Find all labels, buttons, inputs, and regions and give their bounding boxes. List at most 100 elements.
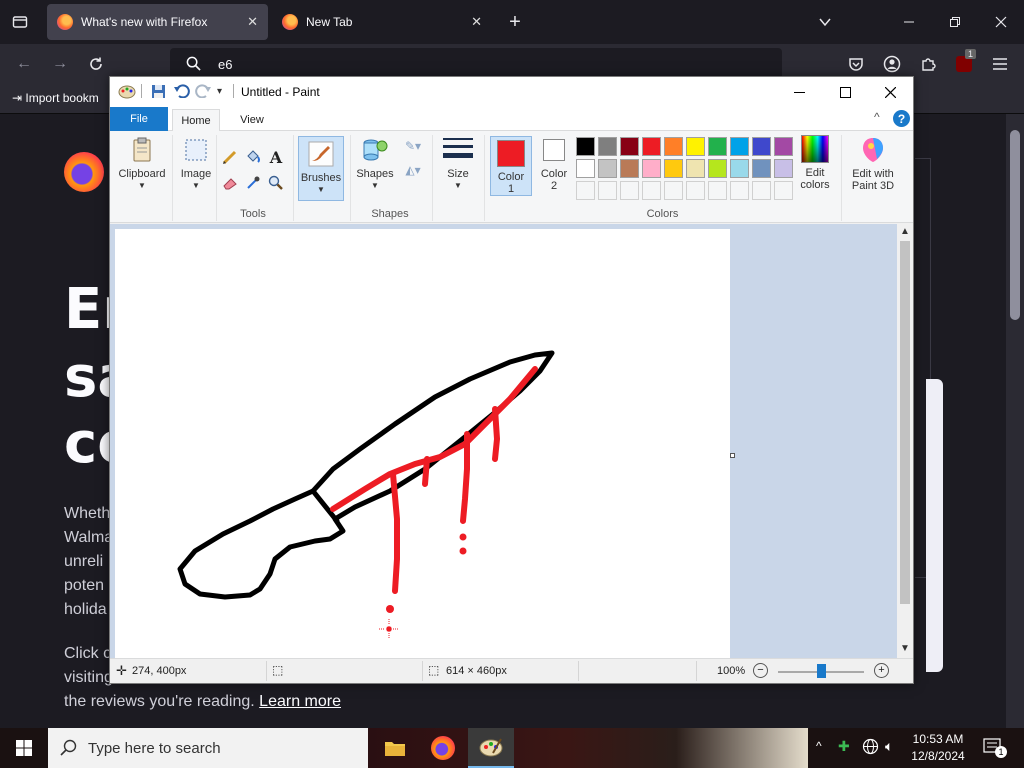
edit-colors-button[interactable]: Edit colors: [796, 135, 834, 191]
palette-swatch[interactable]: [708, 137, 727, 156]
fill-icon[interactable]: ◭▾: [399, 161, 427, 179]
list-tabs-chevron-icon[interactable]: [810, 7, 840, 37]
custom-color-slot[interactable]: [708, 181, 727, 200]
palette-swatch[interactable]: [664, 137, 683, 156]
tab-whats-new[interactable]: What's new with Firefox ✕: [47, 4, 268, 40]
paint-close-icon[interactable]: [867, 77, 913, 107]
custom-color-slot[interactable]: [686, 181, 705, 200]
custom-color-slot[interactable]: [620, 181, 639, 200]
zoom-out-icon[interactable]: −: [753, 663, 768, 678]
network-status-icon[interactable]: ✚: [838, 738, 850, 755]
new-tab-icon[interactable]: +: [500, 7, 530, 37]
palette-swatch[interactable]: [774, 137, 793, 156]
tab-view[interactable]: View: [230, 109, 274, 131]
palette-swatch[interactable]: [752, 159, 771, 178]
globe-icon[interactable]: [862, 738, 879, 760]
help-icon[interactable]: ?: [893, 110, 910, 127]
palette-swatch[interactable]: [686, 137, 705, 156]
import-bookmarks-link[interactable]: ⇥ Import bookm: [12, 91, 99, 105]
tab-close-icon[interactable]: ✕: [471, 14, 482, 30]
palette-swatch[interactable]: [598, 137, 617, 156]
color1-button[interactable]: Color 1: [490, 136, 532, 196]
magnifier-icon[interactable]: [267, 174, 285, 192]
canvas-vertical-scrollbar[interactable]: ▲ ▼: [897, 224, 913, 658]
outline-icon[interactable]: ✎▾: [399, 137, 427, 155]
taskbar-search-box[interactable]: Type here to search: [48, 728, 368, 768]
color2-button[interactable]: Color 2: [535, 139, 573, 192]
paint-title-bar[interactable]: ▾ Untitled - Paint: [110, 77, 913, 107]
start-button[interactable]: [0, 728, 48, 768]
firefox-view-icon[interactable]: [5, 7, 35, 37]
save-icon[interactable]: [151, 84, 166, 102]
custom-color-slot[interactable]: [576, 181, 595, 200]
paint-taskbar-button[interactable]: [468, 728, 514, 768]
zoom-in-icon[interactable]: +: [874, 663, 889, 678]
custom-color-slot[interactable]: [774, 181, 793, 200]
restore-icon[interactable]: [940, 7, 970, 37]
palette-swatch[interactable]: [642, 159, 661, 178]
tab-new-tab[interactable]: New Tab ✕: [272, 4, 492, 40]
file-explorer-taskbar-button[interactable]: [372, 728, 418, 768]
tab-file[interactable]: File: [110, 107, 168, 131]
palette-swatch[interactable]: [730, 137, 749, 156]
undo-icon[interactable]: [174, 84, 190, 101]
back-arrow-icon[interactable]: ←: [9, 49, 39, 79]
clipboard-button[interactable]: Clipboard ▼: [116, 135, 168, 192]
tab-home[interactable]: Home: [172, 109, 220, 132]
learn-more-link[interactable]: Learn more: [259, 693, 341, 710]
redo-icon[interactable]: [195, 84, 211, 101]
pocket-icon[interactable]: [841, 49, 871, 79]
custom-color-slot[interactable]: [642, 181, 661, 200]
drawing-canvas[interactable]: [115, 229, 730, 658]
image-button[interactable]: Image ▼: [176, 135, 216, 192]
scrollbar-thumb[interactable]: [900, 241, 910, 604]
edit-with-paint3d-button[interactable]: Edit with Paint 3D: [845, 135, 901, 192]
palette-swatch[interactable]: [664, 159, 683, 178]
forward-arrow-icon[interactable]: →: [45, 49, 75, 79]
hamburger-menu-icon[interactable]: [985, 49, 1015, 79]
shapes-button[interactable]: Shapes ▼: [354, 135, 396, 192]
firefox-taskbar-button[interactable]: [420, 728, 466, 768]
custom-color-slot[interactable]: [598, 181, 617, 200]
palette-swatch[interactable]: [576, 137, 595, 156]
close-window-icon[interactable]: [986, 7, 1016, 37]
custom-color-slot[interactable]: [730, 181, 749, 200]
palette-swatch[interactable]: [752, 137, 771, 156]
custom-color-slot[interactable]: [664, 181, 683, 200]
fill-bucket-icon[interactable]: [244, 148, 262, 166]
customize-quick-access-icon[interactable]: ▾: [217, 86, 222, 97]
color-picker-icon[interactable]: [244, 174, 262, 192]
extensions-icon[interactable]: [913, 49, 943, 79]
palette-swatch[interactable]: [620, 159, 639, 178]
taskbar-clock[interactable]: 10:53 AM 12/8/2024: [905, 731, 971, 765]
volume-icon[interactable]: 🔈︎: [885, 738, 893, 755]
brushes-button[interactable]: Brushes ▼: [298, 136, 344, 201]
custom-color-slot[interactable]: [752, 181, 771, 200]
scroll-up-arrow-icon[interactable]: ▲: [900, 226, 910, 237]
palette-swatch[interactable]: [730, 159, 749, 178]
palette-swatch[interactable]: [576, 159, 595, 178]
paint-maximize-icon[interactable]: [822, 77, 868, 107]
paint-minimize-icon[interactable]: [776, 77, 822, 107]
show-hidden-icons-chevron[interactable]: ^: [816, 739, 822, 753]
palette-swatch[interactable]: [598, 159, 617, 178]
size-button[interactable]: Size ▼: [440, 135, 476, 192]
tab-close-icon[interactable]: ✕: [247, 14, 258, 30]
pencil-icon[interactable]: [221, 148, 239, 166]
ublock-extension-icon[interactable]: 1: [949, 49, 979, 79]
palette-swatch[interactable]: [686, 159, 705, 178]
scroll-down-arrow-icon[interactable]: ▼: [900, 643, 910, 654]
scrollbar-thumb[interactable]: [1010, 130, 1020, 320]
canvas-resize-handle[interactable]: [730, 453, 735, 458]
eraser-icon[interactable]: [221, 174, 239, 192]
reload-icon[interactable]: [81, 49, 111, 79]
palette-swatch[interactable]: [708, 159, 727, 178]
account-icon[interactable]: [877, 49, 907, 79]
zoom-slider-thumb[interactable]: [817, 664, 826, 678]
palette-swatch[interactable]: [620, 137, 639, 156]
notifications-icon[interactable]: 1: [983, 738, 1007, 761]
palette-swatch[interactable]: [774, 159, 793, 178]
palette-swatch[interactable]: [642, 137, 661, 156]
firefox-page-scrollbar[interactable]: [1006, 114, 1024, 728]
text-tool-icon[interactable]: A: [267, 148, 285, 167]
